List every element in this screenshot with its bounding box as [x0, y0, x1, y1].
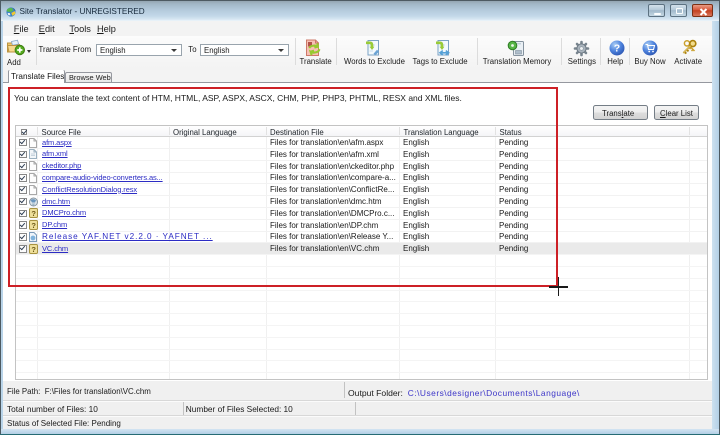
svg-text:?: ? [614, 43, 620, 55]
